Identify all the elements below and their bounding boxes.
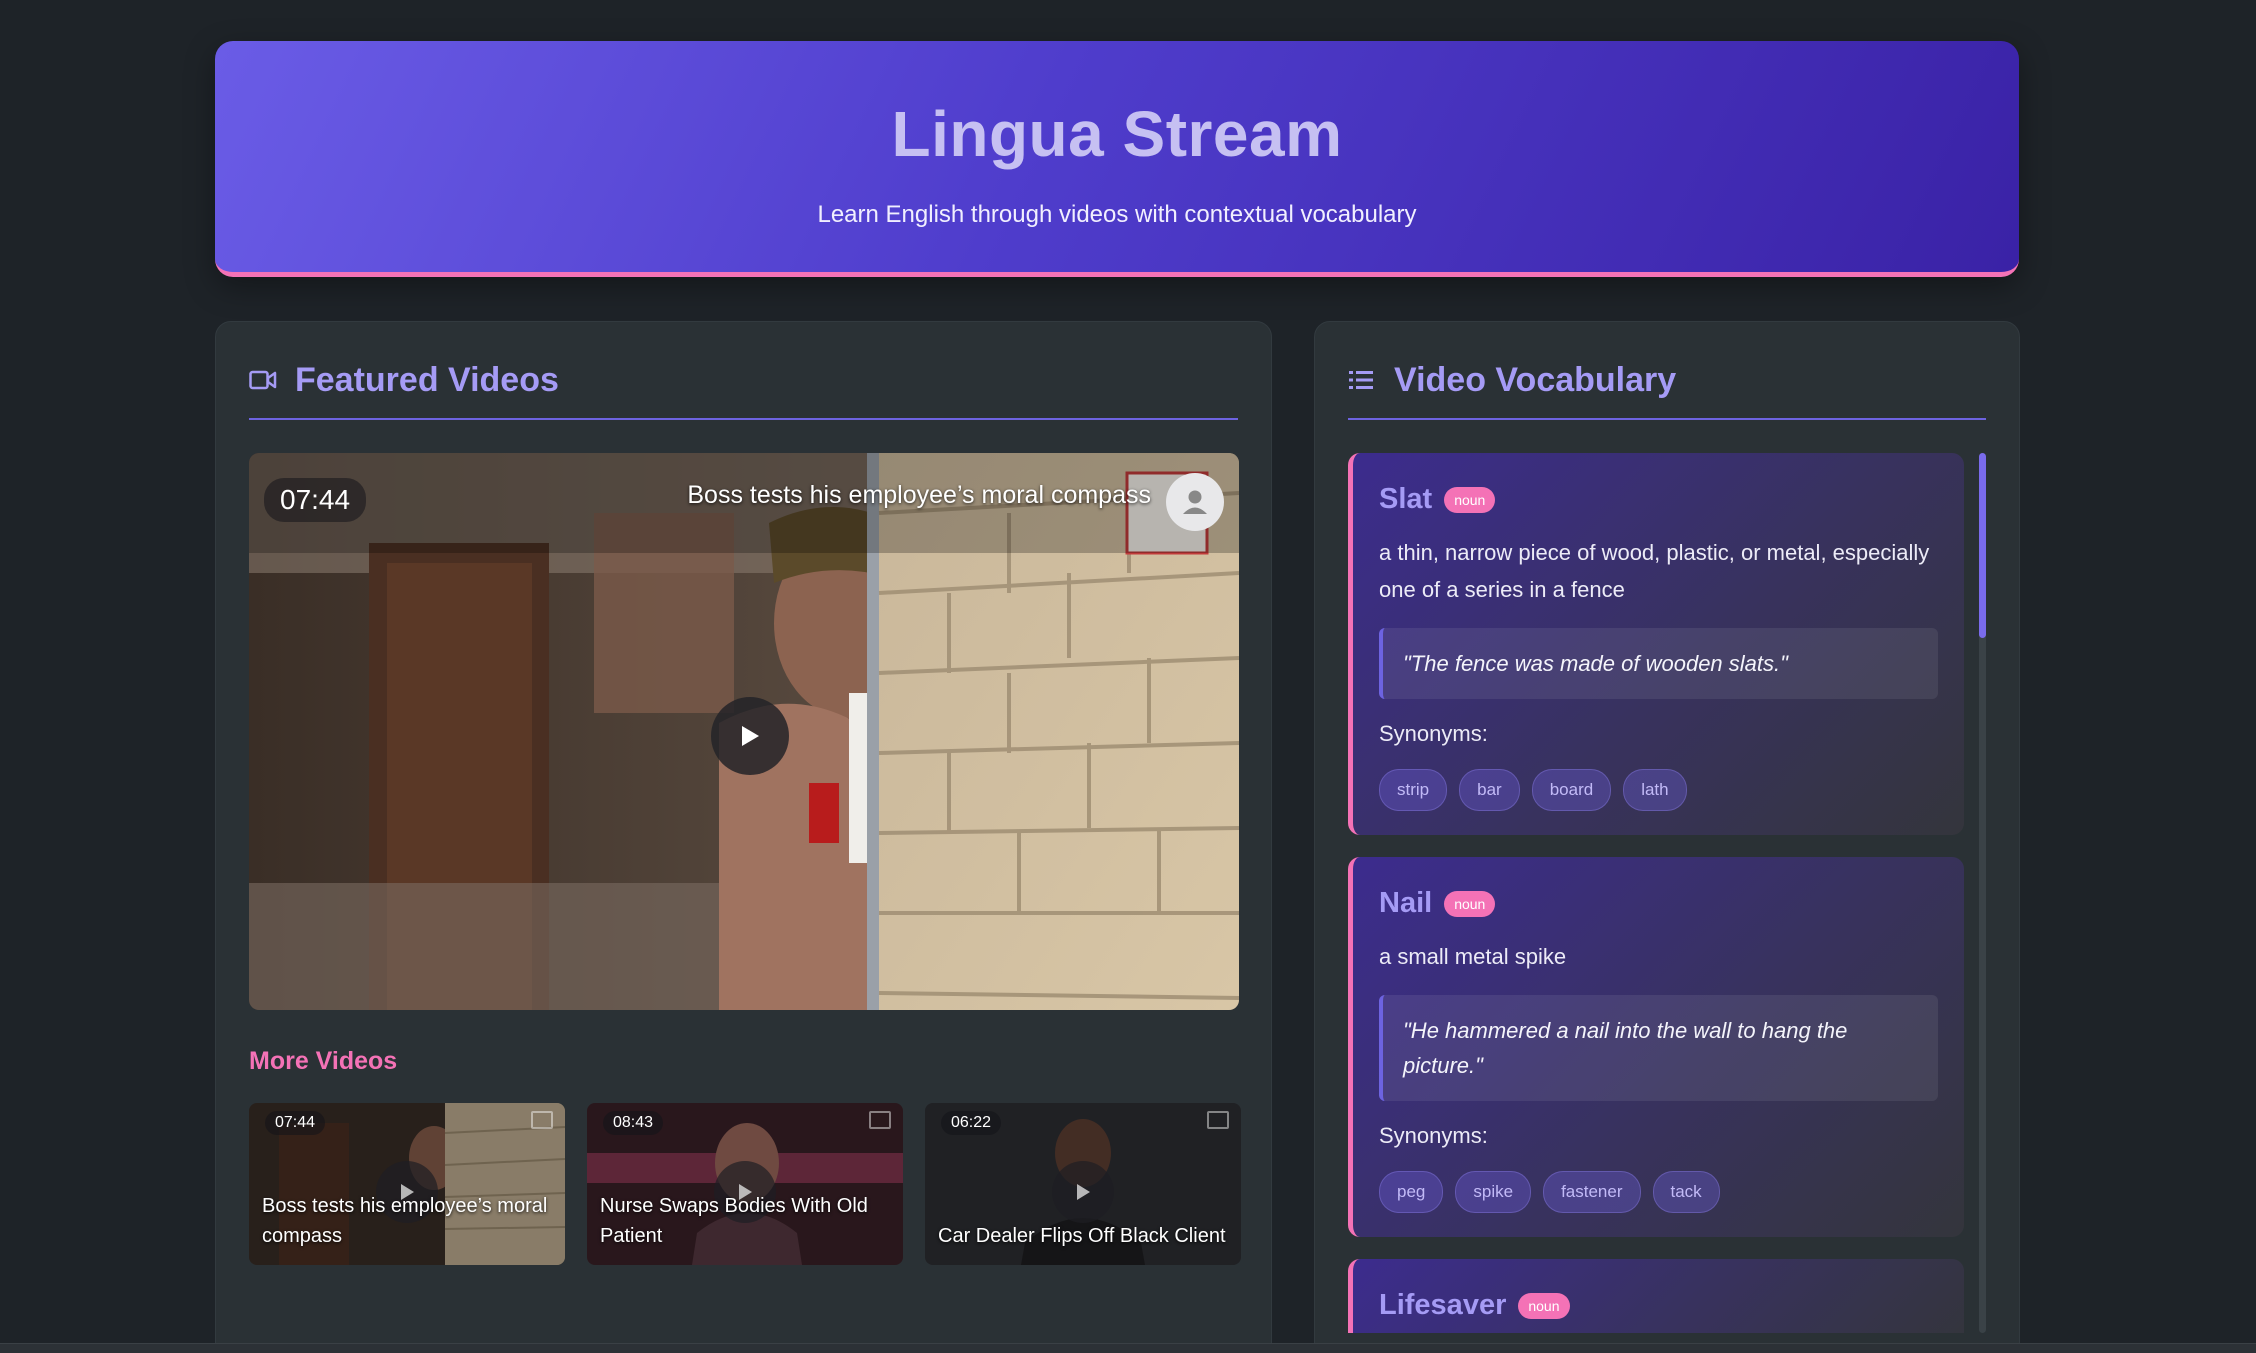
- thumbnail-title: Nurse Swaps Bodies With Old Patient: [600, 1195, 868, 1247]
- synonym-tag[interactable]: lath: [1623, 769, 1687, 811]
- list-icon: [1348, 360, 1378, 400]
- vocab-example: "He hammered a nail into the wall to han…: [1379, 995, 1938, 1101]
- vocab-word: Lifesaver: [1379, 1289, 1507, 1321]
- featured-videos-title: Featured Videos: [295, 361, 559, 399]
- play-icon[interactable]: [1052, 1161, 1114, 1223]
- thumbnail-title: Car Dealer Flips Off Black Client: [938, 1225, 1226, 1247]
- vocabulary-list[interactable]: Slat noun a thin, narrow piece of wood, …: [1348, 453, 1964, 1333]
- synonyms-label: Synonyms:: [1379, 721, 1488, 746]
- synonym-tag[interactable]: fastener: [1543, 1171, 1641, 1213]
- synonym-tag[interactable]: peg: [1379, 1171, 1444, 1213]
- channel-logo-icon: [1207, 1111, 1229, 1129]
- app-title: Lingua Stream: [891, 98, 1343, 170]
- video-vocabulary-panel: Video Vocabulary Slat noun a thin, narro…: [1314, 321, 2020, 1353]
- thumbnail-duration: 06:22: [941, 1111, 1002, 1135]
- featured-videos-header: Featured Videos: [249, 360, 1238, 420]
- synonym-tag[interactable]: board: [1531, 769, 1612, 811]
- app-header: Lingua Stream Learn English through vide…: [215, 41, 2019, 277]
- thumbnail-title: Boss tests his employee’s moral compass: [262, 1195, 548, 1247]
- app-subtitle: Learn English through videos with contex…: [817, 201, 1417, 228]
- play-icon[interactable]: [711, 697, 789, 775]
- featured-videos-panel: Featured Videos 07:44 Boss tests his emp…: [215, 321, 1272, 1353]
- video-thumbnail[interactable]: 07:44 Boss tests his employee’s moral co…: [249, 1103, 565, 1265]
- vocab-example: "The fence was made of wooden slats.": [1379, 628, 1938, 699]
- video-camera-icon: [249, 360, 279, 400]
- bottom-edge: [0, 1343, 2256, 1353]
- synonym-list: peg spike fastener tack: [1379, 1171, 1938, 1213]
- video-title: Boss tests his employee’s moral compass: [687, 481, 1151, 509]
- video-vocabulary-title: Video Vocabulary: [1394, 361, 1677, 399]
- synonym-list: strip bar board lath: [1379, 769, 1938, 811]
- part-of-speech-badge: noun: [1444, 890, 1496, 917]
- synonym-tag[interactable]: bar: [1459, 769, 1520, 811]
- vocab-word: Nail: [1379, 887, 1433, 919]
- video-thumbnail[interactable]: 06:22 Car Dealer Flips Off Black Client: [925, 1103, 1241, 1265]
- scrollbar-thumb[interactable]: [1979, 453, 1986, 638]
- channel-logo-icon: [869, 1111, 891, 1129]
- thumbnail-duration: 07:44: [265, 1111, 326, 1135]
- video-vocabulary-header: Video Vocabulary: [1348, 360, 1986, 420]
- part-of-speech-badge: noun: [1444, 486, 1496, 513]
- synonym-tag[interactable]: tack: [1652, 1171, 1720, 1213]
- vocab-card[interactable]: Lifesaver noun: [1348, 1259, 1964, 1333]
- thumbnail-duration: 08:43: [603, 1111, 664, 1135]
- vocab-card[interactable]: Nail noun a small metal spike "He hammer…: [1348, 857, 1964, 1237]
- video-duration: 07:44: [264, 478, 367, 522]
- vocab-word: Slat: [1379, 483, 1433, 515]
- synonyms-label: Synonyms:: [1379, 1123, 1488, 1148]
- synonym-tag[interactable]: spike: [1455, 1171, 1532, 1213]
- video-player[interactable]: 07:44 Boss tests his employee’s moral co…: [249, 453, 1239, 1010]
- vocabulary-scrollbar[interactable]: [1979, 453, 1986, 1333]
- vocab-definition: a thin, narrow piece of wood, plastic, o…: [1379, 540, 1930, 602]
- synonym-tag[interactable]: strip: [1379, 769, 1448, 811]
- vocab-card[interactable]: Slat noun a thin, narrow piece of wood, …: [1348, 453, 1964, 835]
- channel-logo-icon: [531, 1111, 553, 1129]
- more-videos-heading: More Videos: [249, 1047, 398, 1075]
- video-thumbnail[interactable]: 08:43 Nurse Swaps Bodies With Old Patien…: [587, 1103, 903, 1265]
- vocab-definition: a small metal spike: [1379, 944, 1567, 969]
- user-icon[interactable]: [1166, 473, 1224, 531]
- part-of-speech-badge: noun: [1518, 1292, 1570, 1319]
